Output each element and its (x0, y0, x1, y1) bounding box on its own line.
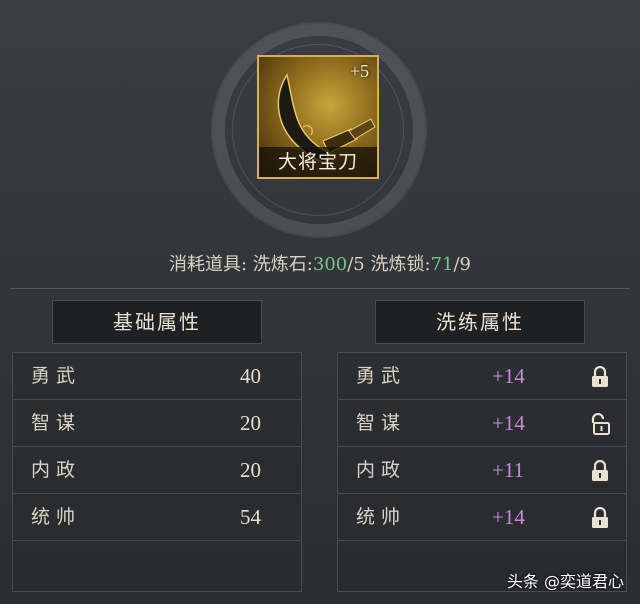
attr-value: 54 (240, 505, 261, 529)
item-name: 大将宝刀 (259, 147, 377, 177)
attr-bonus: +14 (492, 411, 525, 435)
lock-label: 洗炼锁: (370, 254, 431, 275)
item-level: +5 (349, 61, 369, 81)
refine-row: 勇武 +14 (338, 353, 626, 400)
consume-label: 消耗道具: (168, 254, 248, 275)
stone-need: /5 (347, 254, 365, 275)
attr-name: 智谋 (31, 412, 82, 434)
consume-line: 消耗道具: 洗炼石:300/5 洗炼锁:71/9 (0, 250, 640, 276)
attr-name: 内政 (31, 459, 82, 481)
refine-row: 内政 +11 (338, 447, 626, 494)
attr-name: 智谋 (356, 412, 407, 434)
watermark: 头条 @奕道君心 (506, 572, 624, 591)
base-attributes-tab[interactable]: 基础属性 (52, 300, 262, 344)
attr-name: 内政 (356, 459, 407, 481)
stone-have: 300 (312, 254, 348, 275)
attr-name: 统帅 (356, 506, 407, 528)
refine-row: 智谋 +14 (338, 400, 626, 447)
attr-bonus: +11 (492, 458, 525, 482)
attr-name: 勇武 (31, 365, 82, 387)
lock-need: /9 (453, 254, 472, 275)
attr-name: 勇武 (356, 365, 407, 387)
stone-label: 洗炼石: (252, 254, 313, 275)
attr-value: 20 (240, 458, 261, 482)
lock-closed-icon[interactable] (590, 460, 610, 482)
attr-value: 40 (240, 364, 261, 388)
base-attributes-panel: 勇武 40 智谋 20 内政 20 统帅 54 (12, 352, 302, 592)
lock-closed-icon[interactable] (590, 366, 610, 388)
item-card[interactable]: +5 大将宝刀 (257, 55, 379, 179)
lock-closed-icon[interactable] (590, 507, 610, 529)
refine-attributes-tab[interactable]: 洗练属性 (375, 300, 585, 344)
base-row: 勇武 40 (13, 353, 301, 400)
attr-name: 统帅 (31, 506, 82, 528)
lock-open-icon[interactable] (590, 413, 610, 435)
base-row: 智谋 20 (13, 400, 301, 447)
refine-row: 统帅 +14 (338, 494, 626, 541)
base-row: 内政 20 (13, 447, 301, 494)
attr-value: 20 (240, 411, 261, 435)
attr-bonus: +14 (492, 364, 525, 388)
base-row: 统帅 54 (13, 494, 301, 541)
divider (10, 288, 630, 289)
attr-bonus: +14 (492, 505, 525, 529)
refine-attributes-panel: 勇武 +14 智谋 +14 内政 +11 统帅 +14 (337, 352, 627, 592)
lock-have: 71 (430, 254, 454, 275)
